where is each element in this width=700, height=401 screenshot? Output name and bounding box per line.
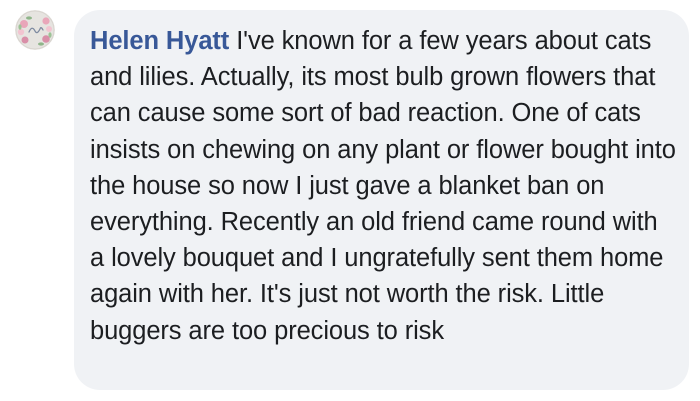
author-name-link[interactable]: Helen Hyatt [90,27,229,55]
comment-body: Helen Hyatt I've known for a few years a… [90,23,677,349]
comment-bubble: Helen Hyatt I've known for a few years a… [74,10,689,390]
author-avatar[interactable] [15,10,55,50]
comment-text: I've known for a few years about cats an… [90,27,676,345]
avatar-image [15,10,55,50]
